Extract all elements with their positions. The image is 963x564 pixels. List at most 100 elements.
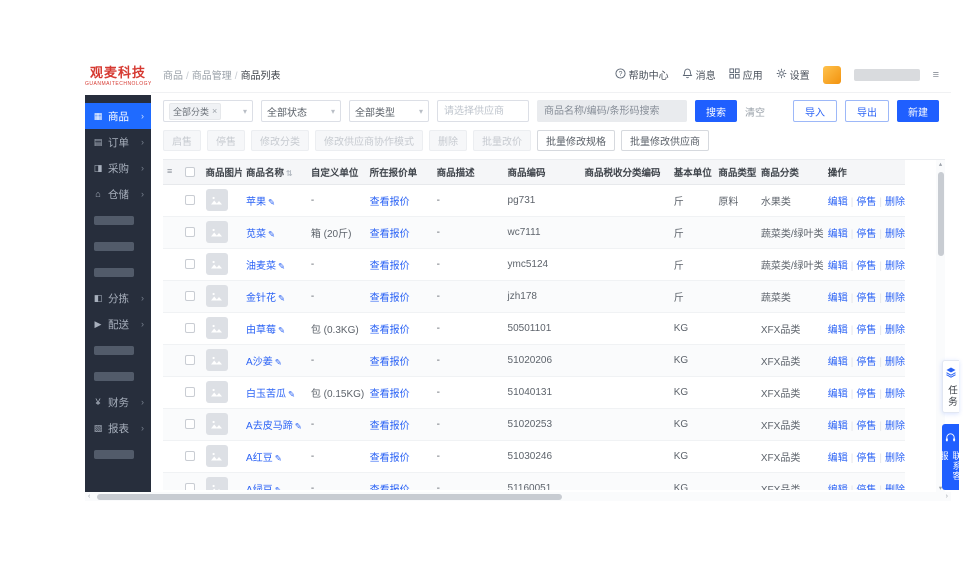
- row-select-cell[interactable]: [181, 248, 202, 281]
- product-name-link[interactable]: 苹果: [246, 197, 266, 208]
- sidebar-item-blurred[interactable]: [85, 233, 151, 259]
- tag-clear-icon[interactable]: ×: [212, 106, 217, 116]
- delete-link[interactable]: 删除: [885, 421, 905, 432]
- task-panel-tab[interactable]: 任务: [942, 360, 959, 413]
- stop-sale-link[interactable]: 停售: [856, 229, 876, 240]
- edit-pencil-icon[interactable]: ✎: [295, 421, 302, 431]
- topbar-item-apps-grid[interactable]: 应用: [729, 67, 763, 82]
- row-select-cell[interactable]: [181, 408, 202, 441]
- edit-pencil-icon[interactable]: ✎: [288, 389, 295, 399]
- delete-link[interactable]: 删除: [885, 357, 905, 368]
- category-select[interactable]: 全部分类 × ▾: [163, 100, 253, 122]
- edit-link[interactable]: 编辑: [828, 325, 848, 336]
- product-name-link[interactable]: 白玉苦瓜: [246, 389, 286, 400]
- row-select-cell[interactable]: [181, 280, 202, 313]
- row-checkbox[interactable]: [185, 482, 196, 490]
- sidebar-item[interactable]: ⌂ 仓储 ›: [85, 181, 151, 207]
- sidebar-item-blurred[interactable]: [85, 259, 151, 285]
- sidebar-item-blurred[interactable]: [85, 337, 151, 363]
- edit-pencil-icon[interactable]: ✎: [268, 229, 275, 239]
- contact-service-button[interactable]: 联系客服: [939, 424, 962, 490]
- sidebar-item[interactable]: ▤ 订单 ›: [85, 129, 151, 155]
- edit-link[interactable]: 编辑: [828, 357, 848, 368]
- edit-pencil-icon[interactable]: ✎: [278, 293, 285, 303]
- sidebar-item[interactable]: ▶ 配送 ›: [85, 311, 151, 337]
- delete-link[interactable]: 删除: [885, 229, 905, 240]
- delete-link[interactable]: 删除: [885, 197, 905, 208]
- view-quote-link[interactable]: 查看报价: [370, 293, 410, 304]
- import-button[interactable]: 导入: [793, 100, 837, 122]
- delete-link[interactable]: 删除: [885, 293, 905, 304]
- row-select-cell[interactable]: [181, 344, 202, 377]
- topbar-item-help-circle[interactable]: ? 帮助中心: [615, 67, 669, 82]
- view-quote-link[interactable]: 查看报价: [370, 421, 410, 432]
- export-button[interactable]: 导出: [845, 100, 889, 122]
- view-quote-link[interactable]: 查看报价: [370, 389, 410, 400]
- row-select-cell[interactable]: [181, 376, 202, 409]
- stop-sale-link[interactable]: 停售: [856, 389, 876, 400]
- edit-pencil-icon[interactable]: ✎: [275, 485, 282, 491]
- menu-icon[interactable]: ≡: [933, 69, 939, 81]
- edit-link[interactable]: 编辑: [828, 261, 848, 272]
- edit-link[interactable]: 编辑: [828, 453, 848, 464]
- delete-link[interactable]: 删除: [885, 453, 905, 464]
- sidebar-item[interactable]: ▦ 商品 ›: [85, 103, 151, 129]
- scroll-up-icon[interactable]: ▴: [939, 160, 942, 168]
- edit-link[interactable]: 编辑: [828, 485, 848, 491]
- view-quote-link[interactable]: 查看报价: [370, 261, 410, 272]
- sidebar-item[interactable]: ◧ 分拣 ›: [85, 285, 151, 311]
- sidebar-item-blurred[interactable]: [85, 441, 151, 467]
- view-quote-link[interactable]: 查看报价: [370, 325, 410, 336]
- product-name-link[interactable]: A红豆: [246, 453, 273, 464]
- bulk-action-button[interactable]: 批量修改供应商: [621, 130, 709, 151]
- edit-pencil-icon[interactable]: ✎: [275, 453, 282, 463]
- row-checkbox[interactable]: [185, 386, 196, 397]
- row-checkbox[interactable]: [185, 418, 196, 429]
- brand-logo[interactable]: 观麦科技 GUANMAITECHNOLOGY: [85, 57, 151, 95]
- edit-pencil-icon[interactable]: ✎: [275, 357, 282, 367]
- row-checkbox[interactable]: [185, 354, 196, 365]
- delete-link[interactable]: 删除: [885, 261, 905, 272]
- sort-icon[interactable]: ⇅: [286, 169, 293, 178]
- breadcrumb-part[interactable]: 商品: [163, 71, 183, 82]
- scroll-right-icon[interactable]: ›: [946, 493, 948, 500]
- clear-button[interactable]: 清空: [745, 104, 765, 119]
- product-name-link[interactable]: A绿豆: [246, 485, 273, 491]
- row-checkbox[interactable]: [185, 322, 196, 333]
- sidebar-item[interactable]: ◨ 采购 ›: [85, 155, 151, 181]
- stop-sale-link[interactable]: 停售: [856, 421, 876, 432]
- row-checkbox[interactable]: [185, 258, 196, 269]
- product-name-link[interactable]: 由草莓: [246, 325, 276, 336]
- delete-link[interactable]: 删除: [885, 485, 905, 491]
- supplier-input[interactable]: [437, 100, 529, 122]
- row-checkbox[interactable]: [185, 450, 196, 461]
- stop-sale-link[interactable]: 停售: [856, 261, 876, 272]
- stop-sale-link[interactable]: 停售: [856, 293, 876, 304]
- view-quote-link[interactable]: 查看报价: [370, 357, 410, 368]
- scroll-left-icon[interactable]: ‹: [88, 493, 90, 500]
- sidebar-item-blurred[interactable]: [85, 207, 151, 233]
- row-select-cell[interactable]: [181, 216, 202, 249]
- row-checkbox[interactable]: [185, 194, 196, 205]
- sidebar-item[interactable]: ¥ 财务 ›: [85, 389, 151, 415]
- product-name-link[interactable]: 油麦菜: [246, 261, 276, 272]
- edit-link[interactable]: 编辑: [828, 229, 848, 240]
- status-select[interactable]: 全部状态 ▾: [261, 100, 341, 122]
- bulk-action-button[interactable]: 批量修改规格: [537, 130, 615, 151]
- stop-sale-link[interactable]: 停售: [856, 453, 876, 464]
- edit-pencil-icon[interactable]: ✎: [278, 325, 285, 335]
- view-quote-link[interactable]: 查看报价: [370, 453, 410, 464]
- keyword-input[interactable]: [537, 100, 687, 122]
- row-select-cell[interactable]: [181, 184, 202, 217]
- sidebar-item-blurred[interactable]: [85, 363, 151, 389]
- horizontal-scroll-thumb[interactable]: [97, 493, 562, 500]
- stop-sale-link[interactable]: 停售: [856, 325, 876, 336]
- topbar-item-gear[interactable]: 设置: [776, 67, 810, 82]
- view-quote-link[interactable]: 查看报价: [370, 229, 410, 240]
- edit-link[interactable]: 编辑: [828, 421, 848, 432]
- horizontal-scrollbar[interactable]: ‹ ›: [85, 492, 951, 501]
- column-settings-icon[interactable]: ≡: [163, 160, 182, 185]
- breadcrumb-part[interactable]: 商品管理: [192, 71, 232, 82]
- row-checkbox[interactable]: [185, 226, 196, 237]
- edit-pencil-icon[interactable]: ✎: [268, 197, 275, 207]
